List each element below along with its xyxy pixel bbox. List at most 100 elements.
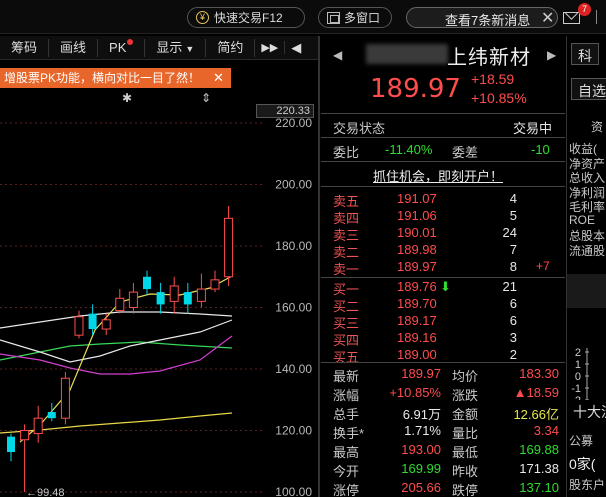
tab-kechuang[interactable]: 科: [571, 43, 599, 65]
divider: [318, 36, 320, 497]
mini-axis-label: 2: [575, 348, 581, 359]
right-panel: 科 自选 资 收益(净资产总收入净利润毛利率ROE总股本流通股 210-1-2 …: [566, 36, 606, 497]
ask-row[interactable]: 卖四 191.06 5: [321, 206, 565, 226]
candle-body: [128, 291, 138, 308]
prev-stock-icon[interactable]: ◀: [333, 48, 342, 62]
quick-trade-button[interactable]: ¥ 快速交易F12: [187, 7, 305, 28]
holders-label: 股东户: [569, 478, 606, 492]
bid-price: 189.16: [397, 330, 437, 345]
change-percent: +10.85%: [471, 90, 527, 106]
expand-arrows-icon[interactable]: ▶▶: [255, 41, 286, 54]
ma-line: [0, 335, 233, 375]
detail-row: 总手 6.91万 金额 12.66亿: [321, 402, 565, 422]
window-icon: [327, 11, 340, 24]
bid-row[interactable]: 买三 189.17 6: [321, 311, 565, 331]
ask-row[interactable]: 卖五 191.07 4: [321, 189, 565, 209]
close-icon[interactable]: ✕: [213, 68, 224, 88]
detail-label: 跌停: [452, 483, 479, 497]
low-price-marker: ←99.48: [26, 487, 65, 497]
weibi-label: 委比: [333, 145, 360, 160]
pk-banner-text: 增股票PK功能，横向对比一目了然！: [4, 71, 201, 85]
mini-axis-label: 1: [575, 359, 581, 371]
ask-volume: 7: [509, 242, 517, 257]
top-bar: ¥ 快速交易F12 多窗口 查看7条新消息 ✕ 7: [0, 0, 606, 34]
event-marker-icon: ✱: [122, 91, 132, 105]
divider: [321, 137, 565, 138]
mail-icon[interactable]: [563, 12, 580, 24]
candle-body: [7, 436, 15, 453]
bid-price: 189.17: [397, 313, 437, 328]
mini-chart-toolbar: [567, 274, 606, 308]
detail-value: 171.38: [519, 461, 559, 476]
stock-code-redacted: [366, 44, 448, 64]
candle-body: [47, 412, 56, 419]
ask-row[interactable]: 卖二 189.98 7: [321, 240, 565, 260]
mail-badge: 7: [578, 3, 591, 16]
close-icon[interactable]: ✕: [541, 8, 554, 28]
financial-info-item: 流通股: [569, 243, 606, 258]
ask-volume: 4: [509, 191, 517, 206]
candle-body: [101, 319, 111, 330]
candle-body: [156, 292, 165, 305]
bid-row[interactable]: 买一 189.76 ⬇ 21: [321, 277, 565, 297]
candle-body: [33, 417, 43, 435]
up-down-marker-icon: ⇕: [201, 91, 211, 105]
collapse-arrow-icon[interactable]: ◀: [285, 39, 307, 57]
multi-window-label: 多窗口: [344, 11, 381, 25]
current-price: 189.97: [370, 74, 461, 104]
divider: [596, 10, 606, 24]
promo-text: 抓住机会，即刻开户！: [373, 169, 504, 184]
divider: [321, 113, 565, 114]
bid-row[interactable]: 买五 189.00 2: [321, 345, 565, 365]
candle-body: [143, 276, 151, 290]
candle-body: [196, 288, 206, 302]
tab-pk-label: PK: [109, 39, 127, 55]
weicha-value: -10: [531, 142, 550, 157]
kline-chart[interactable]: 220.00 200.00 180.00 160.00 140.00 120.00 100.…: [0, 90, 318, 497]
detail-value: 193.00: [401, 442, 441, 457]
pk-feature-banner[interactable]: 增股票PK功能，横向对比一目了然！ ✕: [0, 68, 231, 88]
ask-row[interactable]: 卖一 189.97 8 +7: [321, 257, 565, 277]
status-label: 交易状态: [333, 121, 386, 136]
bid-row[interactable]: 买二 189.70 6: [321, 294, 565, 314]
ask-price: 189.98: [397, 242, 437, 257]
change-amount: +18.59: [471, 71, 515, 87]
tab-display[interactable]: 显示 ▼: [145, 38, 207, 57]
candle-body: [20, 430, 30, 441]
detail-row: 最新 189.97 均价 183.30: [321, 364, 565, 384]
detail-value: 189.97: [401, 366, 441, 381]
ask-row[interactable]: 卖三 190.01 24: [321, 223, 565, 243]
multi-window-button[interactable]: 多窗口: [318, 7, 392, 28]
bid-volume: 6: [509, 296, 517, 311]
open-account-link[interactable]: 抓住机会，即刻开户！: [321, 164, 565, 184]
current-price-tag: 220.33: [256, 104, 314, 118]
price-axis-label: 100.00: [275, 485, 312, 497]
bid-volume: 2: [509, 347, 517, 362]
tab-simple[interactable]: 简约: [206, 38, 256, 57]
down-arrow-icon: ⬇: [440, 279, 451, 294]
trade-status-row: 交易状态 交易中: [321, 116, 565, 136]
tab-pk[interactable]: PK: [98, 38, 146, 57]
ask-price: 189.97: [397, 259, 437, 274]
tab-chips[interactable]: 筹码: [0, 38, 50, 57]
news-notification[interactable]: 查看7条新消息 ✕: [406, 7, 558, 28]
divider: [321, 277, 565, 278]
ask-change: +7: [536, 259, 550, 273]
divider: [321, 362, 565, 363]
detail-row: 涨停 205.66 跌停 137.10: [321, 478, 565, 497]
ask-volume: 8: [509, 259, 517, 274]
price-axis-label: 180.00: [275, 239, 312, 253]
candle-body: [169, 285, 179, 302]
tab-draw-line[interactable]: 画线: [49, 38, 99, 57]
bid-row[interactable]: 买四 189.16 3: [321, 328, 565, 348]
add-watchlist-button[interactable]: 自选: [571, 78, 606, 100]
next-stock-icon[interactable]: ▶: [547, 48, 556, 62]
fund-label: 公募: [569, 434, 594, 448]
candle-body: [88, 313, 97, 330]
price-axis-label: 140.00: [275, 362, 312, 376]
stock-name: 上纬新材: [447, 47, 531, 69]
fund-count: 0家(: [569, 456, 596, 472]
top-ten-holders-tab[interactable]: 十大流: [567, 400, 606, 422]
quote-header: ◀ 上纬新材 ▶ 189.97 +18.59 +10.85%: [321, 36, 565, 112]
bid-volume: 6: [509, 313, 517, 328]
